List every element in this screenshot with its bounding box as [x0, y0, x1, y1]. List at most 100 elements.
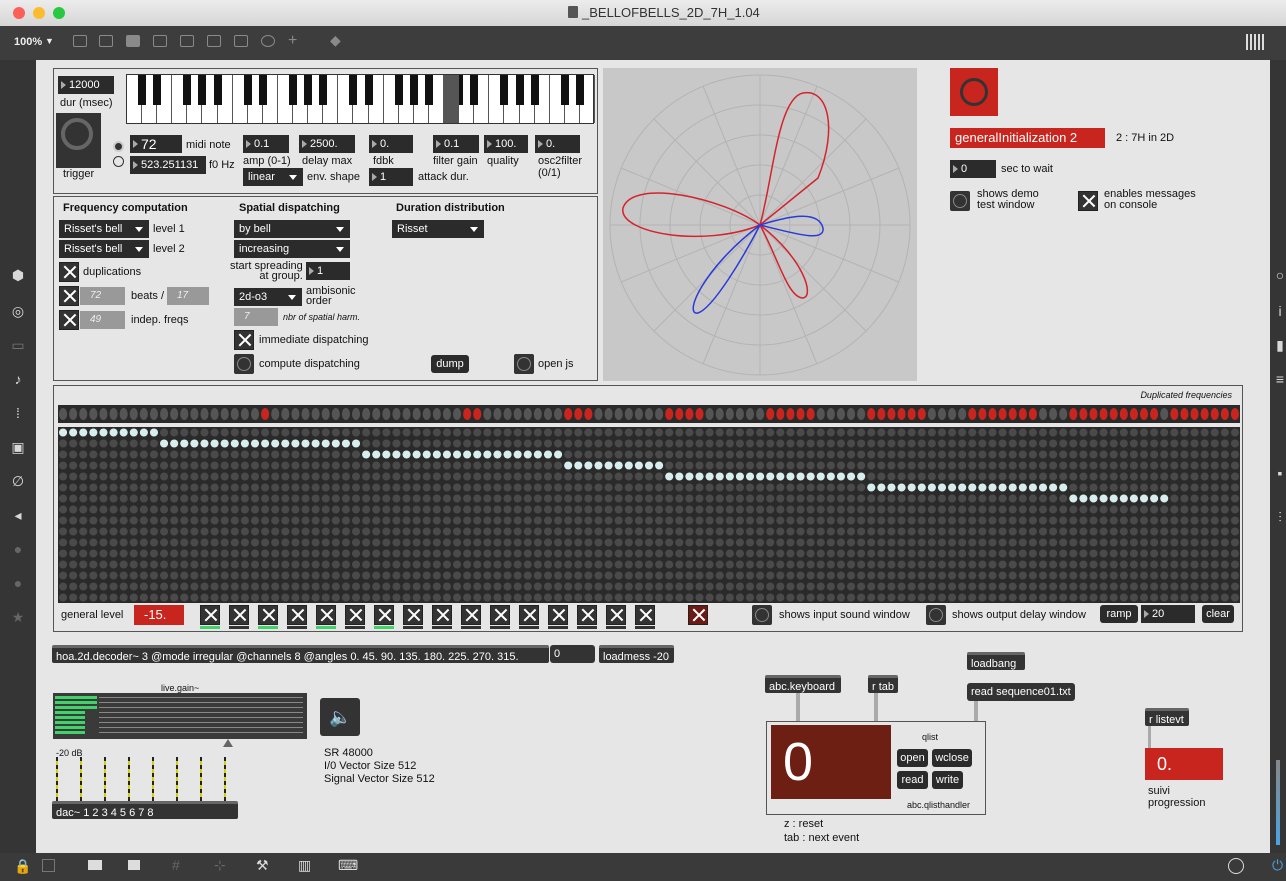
- channel-toggle[interactable]: [258, 605, 278, 625]
- r-tab-object[interactable]: r tab: [868, 675, 898, 693]
- piano-black-key[interactable]: [258, 75, 267, 105]
- output-window-bang[interactable]: [926, 605, 946, 625]
- r-listevt-object[interactable]: r listevt: [1145, 708, 1189, 726]
- filter-gain-number[interactable]: 0.1: [433, 135, 479, 153]
- wrench-icon[interactable]: ⚒: [256, 857, 269, 874]
- suivi-number[interactable]: 0.: [1145, 748, 1223, 780]
- loadmess-object[interactable]: loadmess -20: [599, 645, 674, 663]
- b-icon[interactable]: ●: [10, 575, 26, 591]
- piano-black-key[interactable]: [515, 75, 524, 105]
- piano-black-key[interactable]: [364, 75, 373, 105]
- image-icon[interactable]: ▣: [10, 439, 26, 455]
- abc-keyboard-object[interactable]: abc.keyboard: [765, 675, 841, 693]
- patcher-window-icon[interactable]: [88, 860, 102, 870]
- channel-toggle[interactable]: [200, 605, 220, 625]
- number-object-icon[interactable]: [207, 35, 221, 47]
- piano-black-key[interactable]: [243, 75, 252, 105]
- env-shape-menu[interactable]: linear: [243, 168, 303, 186]
- fdbk-number[interactable]: 0.: [369, 135, 413, 153]
- piano-black-key[interactable]: [500, 75, 509, 105]
- star-icon[interactable]: ★: [10, 609, 26, 625]
- channel-toggle[interactable]: [403, 605, 423, 625]
- plug-icon[interactable]: ◂: [10, 507, 26, 523]
- piano-black-key[interactable]: [349, 75, 358, 105]
- ambisonic-order-menu[interactable]: 2d-o3: [234, 288, 302, 306]
- power-icon[interactable]: ⏻: [1272, 857, 1283, 874]
- presentation-mode-icon[interactable]: [42, 859, 55, 872]
- wait-number[interactable]: 0: [950, 160, 996, 178]
- channel-toggle[interactable]: [461, 605, 481, 625]
- info-icon[interactable]: i: [1272, 303, 1286, 319]
- piano-black-key[interactable]: [424, 75, 433, 105]
- write-button[interactable]: write: [932, 771, 963, 789]
- general-init-message[interactable]: generalInitialization 2: [950, 128, 1105, 148]
- delay-number[interactable]: 2500.: [299, 135, 355, 153]
- spatial-mode-menu[interactable]: by bell: [234, 220, 350, 238]
- attack-number[interactable]: 1: [369, 168, 413, 186]
- piano-black-key[interactable]: [319, 75, 328, 105]
- music-note-icon[interactable]: ♪: [10, 371, 26, 387]
- piano-black-key[interactable]: [198, 75, 207, 105]
- amp-number[interactable]: 0.1: [243, 135, 289, 153]
- clip-icon[interactable]: ▪: [1272, 465, 1286, 481]
- lock-icon[interactable]: 🔒: [14, 858, 31, 875]
- channel-toggle[interactable]: [345, 605, 365, 625]
- radio-midi[interactable]: [113, 141, 124, 152]
- piano-black-key[interactable]: [289, 75, 298, 105]
- new-view-icon[interactable]: [128, 860, 140, 870]
- search-icon[interactable]: ○: [1272, 267, 1286, 283]
- piano-black-key[interactable]: [530, 75, 539, 105]
- button-object-icon[interactable]: [153, 35, 167, 47]
- zoom-window-button[interactable]: [53, 7, 65, 19]
- piano-keyboard[interactable]: [126, 74, 595, 124]
- duplications-toggle[interactable]: [59, 262, 79, 282]
- beats-number[interactable]: 72: [80, 287, 125, 305]
- channel-toggle[interactable]: [548, 605, 568, 625]
- audio-on-button[interactable]: 🔈: [320, 698, 360, 736]
- grid-icon[interactable]: #: [172, 857, 180, 873]
- gain-slider-handle[interactable]: [223, 739, 233, 747]
- channel-toggle[interactable]: [577, 605, 597, 625]
- demo-window-bang[interactable]: [950, 191, 970, 211]
- all-channels-toggle[interactable]: [688, 605, 708, 625]
- frequency-matrix[interactable]: [58, 405, 1240, 605]
- paint-bucket-icon[interactable]: ◆: [330, 32, 341, 49]
- wclose-button[interactable]: wclose: [932, 749, 972, 767]
- presentation-icon[interactable]: ▭: [10, 337, 26, 353]
- midi-note-number[interactable]: 72: [130, 135, 182, 153]
- close-window-button[interactable]: [13, 7, 25, 19]
- piano-black-key[interactable]: [470, 75, 479, 105]
- ramp-number[interactable]: 20: [1141, 605, 1195, 623]
- piano-icon[interactable]: ▥: [298, 857, 311, 874]
- open-js-bang[interactable]: [514, 354, 534, 374]
- v-icon[interactable]: ●: [10, 541, 26, 557]
- event-counter[interactable]: 0: [771, 725, 891, 799]
- live-gain[interactable]: [53, 693, 307, 739]
- input-window-bang[interactable]: [752, 605, 772, 625]
- dac-object[interactable]: dac~ 1 2 3 4 5 6 7 8: [52, 801, 238, 819]
- piano-black-key[interactable]: [575, 75, 584, 105]
- piano-black-key[interactable]: [213, 75, 222, 105]
- duration-menu[interactable]: Risset: [392, 220, 484, 238]
- read-sequence-message[interactable]: read sequence01.txt: [967, 683, 1075, 701]
- channel-toggle[interactable]: [374, 605, 394, 625]
- read-button[interactable]: read: [897, 771, 928, 789]
- slider-object-icon[interactable]: [234, 35, 248, 47]
- compute-dispatching-bang[interactable]: [234, 354, 254, 374]
- loadbang-object[interactable]: loadbang: [967, 652, 1025, 670]
- channel-toggle[interactable]: [432, 605, 452, 625]
- clear-button[interactable]: clear: [1202, 605, 1234, 623]
- dump-button[interactable]: dump: [431, 355, 469, 373]
- play-icon[interactable]: [1228, 858, 1244, 874]
- open-button[interactable]: open: [897, 749, 928, 767]
- channel-toggle[interactable]: [490, 605, 510, 625]
- f0-number[interactable]: 523.251131: [130, 156, 206, 174]
- radio-freq[interactable]: [113, 156, 124, 167]
- snap-icon[interactable]: ⊹: [214, 857, 226, 874]
- channel-toggle[interactable]: [606, 605, 626, 625]
- indep-number[interactable]: 49: [80, 311, 125, 329]
- grid-view-icon[interactable]: [1246, 34, 1264, 50]
- minimize-window-button[interactable]: [33, 7, 45, 19]
- channel-toggle[interactable]: [316, 605, 336, 625]
- keyboard-icon[interactable]: ⌨: [338, 857, 358, 874]
